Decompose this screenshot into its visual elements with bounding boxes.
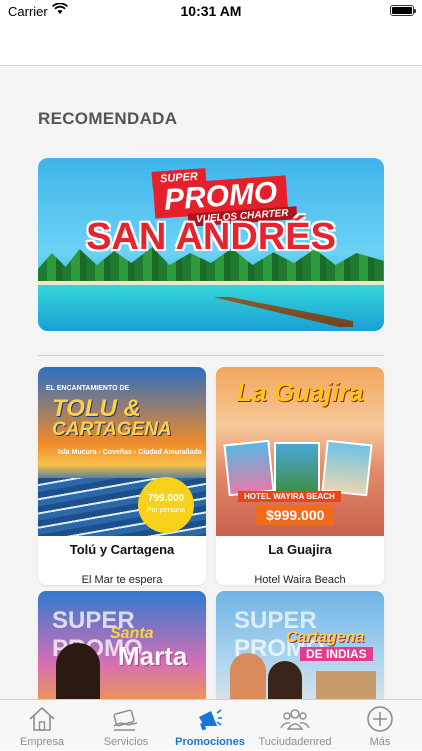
promo-card-subtitle: Hotel Waira Beach	[254, 574, 346, 585]
tab-mas[interactable]: Más	[338, 700, 422, 751]
promo-card-tolu[interactable]: EL ENCANTAMIENTO DE TOLU & CARTAGENA Isl…	[38, 367, 206, 585]
tab-label: Más	[369, 736, 391, 748]
promo-card-cartagena[interactable]: SUPER PROMO Cartagena DE INDIAS	[216, 591, 384, 699]
battery-icon	[390, 5, 416, 16]
tab-bar: Empresa Servicios Promociones Tuciudaden…	[0, 699, 422, 750]
promo-card-guajira[interactable]: La Guajira HOTEL WAYIRA BEACH $999.000 L…	[216, 367, 384, 585]
tab-label: Tuciudadenred	[258, 736, 332, 748]
image-price: $999.000	[256, 505, 335, 525]
person-graphic	[56, 643, 100, 699]
tab-empresa[interactable]: Empresa	[0, 700, 84, 751]
promotions-content[interactable]: RECOMENDADA SUPER PROMO VUELOS CHARTER S…	[0, 67, 422, 699]
image-hotel: HOTEL WAYIRA BEACH	[238, 491, 341, 502]
promo-card-title: La Guajira	[268, 542, 332, 557]
image-headline: La Guajira	[236, 377, 364, 407]
photo-thumbnail	[223, 439, 275, 497]
tab-tuciudadenred[interactable]: Tuciudadenred	[253, 700, 337, 751]
home-icon	[29, 706, 55, 731]
navigation-bar	[0, 22, 422, 66]
person-graphic	[268, 661, 302, 699]
promo-card-image: SUPER PROMO Cartagena DE INDIAS	[216, 591, 384, 699]
person-graphic	[230, 653, 266, 699]
building-graphic	[316, 671, 376, 699]
featured-promo-banner[interactable]: SUPER PROMO VUELOS CHARTER SAN ANDRÉS	[38, 158, 384, 331]
plus-circle-icon	[367, 706, 393, 732]
promo-card-santa-marta[interactable]: SUPER PROMO Santa Marta	[38, 591, 206, 699]
image-line1: Cartagena	[286, 629, 365, 646]
tab-label: Servicios	[103, 736, 149, 748]
promo-card-subtitle: El Mar te espera	[81, 574, 163, 585]
image-places: Isla Mucura - Coveñas - Ciudad Amurallad…	[58, 449, 202, 456]
promo-card-image: EL ENCANTAMIENTO DE TOLU & CARTAGENA Isl…	[38, 367, 206, 536]
promo-card-image: La Guajira HOTEL WAYIRA BEACH $999.000	[216, 367, 384, 536]
promo-card-image: SUPER PROMO Santa Marta	[38, 591, 206, 699]
status-time: 10:31 AM	[180, 3, 242, 19]
promo-card-title: Tolú y Cartagena	[69, 542, 175, 557]
photo-thumbnail	[274, 442, 320, 494]
megaphone-icon	[199, 709, 222, 731]
image-line2: CARTAGENA	[52, 419, 172, 440]
tab-label: Empresa	[19, 736, 65, 748]
status-bar: Carrier 10:31 AM	[0, 0, 422, 22]
section-divider	[38, 355, 384, 356]
hero-destination: SAN ANDRÉS	[86, 216, 336, 258]
image-line2: DE INDIAS	[300, 647, 373, 661]
price-note: Por persona	[146, 507, 186, 514]
tab-servicios[interactable]: Servicios	[84, 700, 168, 751]
card-icon	[113, 709, 138, 731]
tab-label: Promociones	[175, 736, 245, 748]
image-line2: Marta	[118, 641, 188, 671]
section-title: RECOMENDADA	[38, 109, 178, 128]
tab-promociones[interactable]: Promociones	[168, 700, 252, 751]
photo-thumbnail	[321, 439, 373, 497]
price-value: 799.000	[147, 493, 185, 504]
image-tagline: EL ENCANTAMIENTO DE	[46, 385, 130, 392]
price-badge: 799.000 Por persona	[138, 477, 194, 533]
people-icon	[280, 709, 310, 730]
